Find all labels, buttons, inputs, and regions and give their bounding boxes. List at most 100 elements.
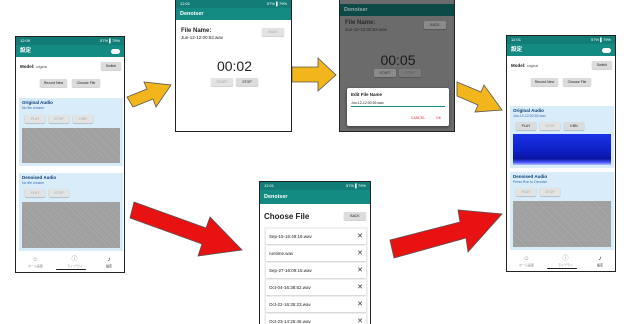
status-bar: 12:01 57% ▌79%: [507, 36, 615, 44]
denoised-play-button[interactable]: PLAY: [516, 188, 536, 196]
denoised-waveform-placeholder: [513, 201, 611, 247]
stop-button[interactable]: STOP: [49, 115, 69, 123]
home-indicator: [547, 267, 577, 269]
nav-library[interactable]: ⓘ ライブラリ: [67, 257, 82, 268]
delete-icon[interactable]: ✕: [357, 232, 363, 242]
toggle-switch[interactable]: [602, 47, 611, 53]
switch-button[interactable]: Switch: [592, 61, 612, 69]
nav-settings[interactable]: ♪ 設定: [106, 257, 112, 268]
phone-main-empty: 12:09 57% ▌79% 設定 Model: original Switch…: [15, 36, 125, 273]
back-button[interactable]: BACK: [424, 21, 446, 29]
status-time: 12:01: [180, 1, 191, 6]
file-row[interactable]: runtime.wav ✕: [266, 246, 366, 261]
status-right: 57% ▌79%: [591, 37, 611, 42]
phone-edit-filename: Denoiser File Name: Jun-12-12:00:53.wav …: [339, 0, 455, 132]
status-time: 12:01: [264, 183, 275, 188]
kbn-button[interactable]: KBN: [73, 115, 93, 123]
denoised-stop-button[interactable]: STOP: [49, 189, 69, 197]
delete-icon[interactable]: ✕: [357, 266, 363, 276]
stop-button[interactable]: STOP: [399, 69, 421, 77]
file-row[interactable]: Oct-04-16:38:52.wav ✕: [266, 280, 366, 295]
play-button[interactable]: PLAY: [25, 115, 45, 123]
yellow-arrow-1: [126, 81, 172, 108]
nav-library-label: ライブラリ: [66, 263, 82, 268]
toggle-switch[interactable]: [111, 48, 120, 54]
play-button[interactable]: PLAY: [516, 122, 536, 130]
nav-settings[interactable]: ♪ 設定: [597, 256, 603, 267]
file-name-value: Jun-12-12:00:53.wav: [181, 35, 224, 40]
denoised-waveform-placeholder: [22, 202, 120, 248]
file-row[interactable]: Oct-23-14:25:46.wav ✕: [266, 314, 366, 324]
delete-icon[interactable]: ✕: [357, 317, 363, 324]
model-row: Model: original: [511, 63, 538, 68]
original-audio-sub: Jun-12-12:00:53.wav: [513, 114, 546, 118]
home-indicator: [56, 268, 86, 270]
kbn-button[interactable]: KBN: [564, 122, 584, 130]
file-name-label: File Name:: [181, 28, 212, 34]
status-time: 12:09: [20, 38, 31, 43]
file-row[interactable]: Sep-15-16:49:18.wav ✕: [266, 229, 366, 244]
choose-file-title: Choose File: [264, 212, 310, 221]
denoised-audio-sub: No file chosen: [22, 181, 45, 185]
nav-home[interactable]: ☺ ホーム画面: [519, 256, 534, 267]
file-row[interactable]: Oct-22-16:35:23.wav ✕: [266, 297, 366, 312]
model-label: Model:: [511, 63, 526, 68]
app-title: 設定: [20, 48, 32, 54]
edit-dialog: Edit File Name Jun-12-12:00:53.wav CANCE…: [347, 88, 449, 126]
stop-button[interactable]: STOP: [236, 78, 258, 86]
yellow-arrow-2: [291, 57, 337, 92]
red-arrow-right: [389, 209, 503, 259]
model-value: original: [35, 65, 48, 69]
status-right: 57% ▌79%: [267, 1, 287, 6]
delete-icon[interactable]: ✕: [357, 283, 363, 293]
choose-file-button[interactable]: Choose File: [72, 79, 100, 87]
start-button[interactable]: START: [374, 69, 396, 77]
delete-icon[interactable]: ✕: [357, 249, 363, 259]
start-button[interactable]: START: [211, 78, 233, 86]
info-icon: ⓘ: [562, 255, 569, 262]
choose-file-button[interactable]: Choose File: [563, 78, 591, 86]
delete-icon[interactable]: ✕: [357, 300, 363, 310]
ok-button[interactable]: OK: [436, 116, 441, 120]
dialog-input[interactable]: Jun-12-12:00:53.wav: [351, 101, 445, 107]
app-bar: 設定: [507, 44, 615, 56]
original-waveform-placeholder: [22, 128, 120, 163]
status-bar: 12:01 57% ▌79%: [260, 182, 370, 190]
dialog-title: Edit File Name: [351, 92, 383, 97]
nav-home[interactable]: ☺ ホーム画面: [28, 257, 43, 268]
denoised-play-button[interactable]: PLAY: [25, 189, 45, 197]
file-name: Oct-04-16:38:52.wav: [269, 285, 311, 290]
app-bar: Denoiser: [260, 190, 370, 204]
phone-choose-file: 12:01 57% ▌79% Denoiser Choose File BACK…: [259, 181, 371, 324]
phone-main-loaded: 12:01 57% ▌79% 設定 Model: original Switch…: [506, 35, 616, 272]
app-bar: Denoiser: [176, 8, 291, 20]
model-label: Model:: [20, 64, 35, 69]
stop-button[interactable]: STOP: [540, 122, 560, 130]
switch-button[interactable]: Switch: [101, 62, 121, 70]
status-time: 12:01: [511, 37, 522, 42]
nav-library-label: ライブラリ: [557, 262, 573, 267]
file-name: Oct-22-16:35:23.wav: [269, 302, 311, 307]
status-bar: 12:01 57% ▌79%: [176, 0, 291, 8]
nav-library[interactable]: ⓘ ライブラリ: [558, 256, 573, 267]
file-name: Oct-23-14:25:46.wav: [269, 319, 311, 324]
nav-home-label: ホーム画面: [28, 263, 43, 268]
spectrogram: [513, 134, 611, 165]
record-new-button[interactable]: Record New: [40, 79, 67, 87]
record-new-button[interactable]: Record New: [531, 78, 558, 86]
denoised-stop-button[interactable]: STOP: [540, 188, 560, 196]
status-bar: 12:09 57% ▌79%: [16, 37, 124, 45]
cancel-button[interactable]: CANCEL: [411, 116, 425, 120]
app-bar: 設定: [16, 45, 124, 57]
original-audio-sub: No file chosen: [22, 106, 45, 110]
back-button[interactable]: BACK: [262, 28, 284, 36]
original-audio-title: Original Audio: [513, 108, 544, 113]
file-name-value: Jun-12-12:00:53.wav: [345, 27, 388, 32]
people-icon: ☺: [523, 255, 530, 262]
status-right: 57% ▌79%: [346, 183, 366, 188]
file-row[interactable]: Sep-27-16:09:15.wav ✕: [266, 263, 366, 278]
denoised-audio-sub: Press Run to Denoise: [513, 180, 548, 184]
back-button[interactable]: BACK: [344, 212, 366, 220]
file-name-label: File Name:: [345, 20, 376, 26]
red-arrow-left: [129, 201, 243, 257]
